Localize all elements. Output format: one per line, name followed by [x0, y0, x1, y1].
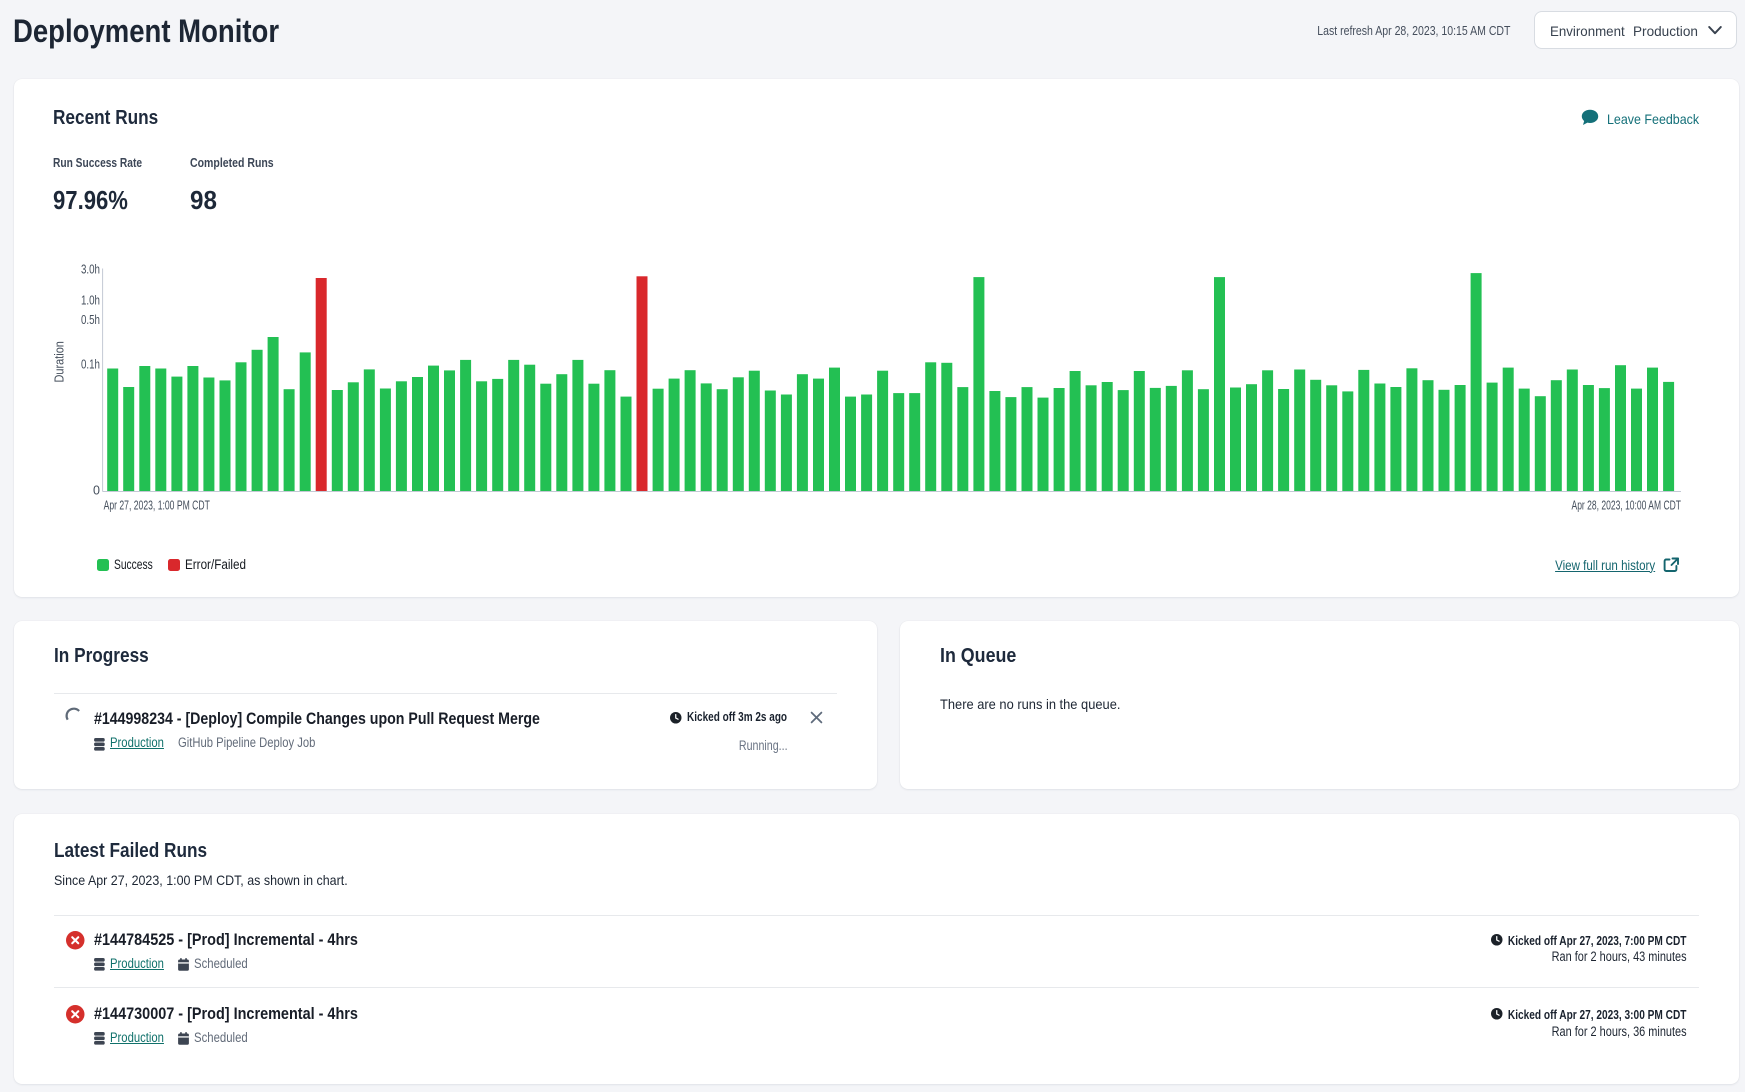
svg-text:0: 0 — [93, 483, 100, 497]
svg-text:0.1h: 0.1h — [81, 358, 100, 372]
svg-text:Apr 28, 2023, 10:00 AM CDT: Apr 28, 2023, 10:00 AM CDT — [1572, 499, 1682, 513]
svg-text:Duration: Duration — [52, 341, 67, 382]
svg-text:3.0h: 3.0h — [81, 262, 100, 276]
svg-text:1.0h: 1.0h — [81, 293, 100, 307]
svg-text:Apr 27, 2023, 1:00 PM CDT: Apr 27, 2023, 1:00 PM CDT — [104, 499, 211, 513]
svg-text:0.5h: 0.5h — [81, 313, 100, 327]
